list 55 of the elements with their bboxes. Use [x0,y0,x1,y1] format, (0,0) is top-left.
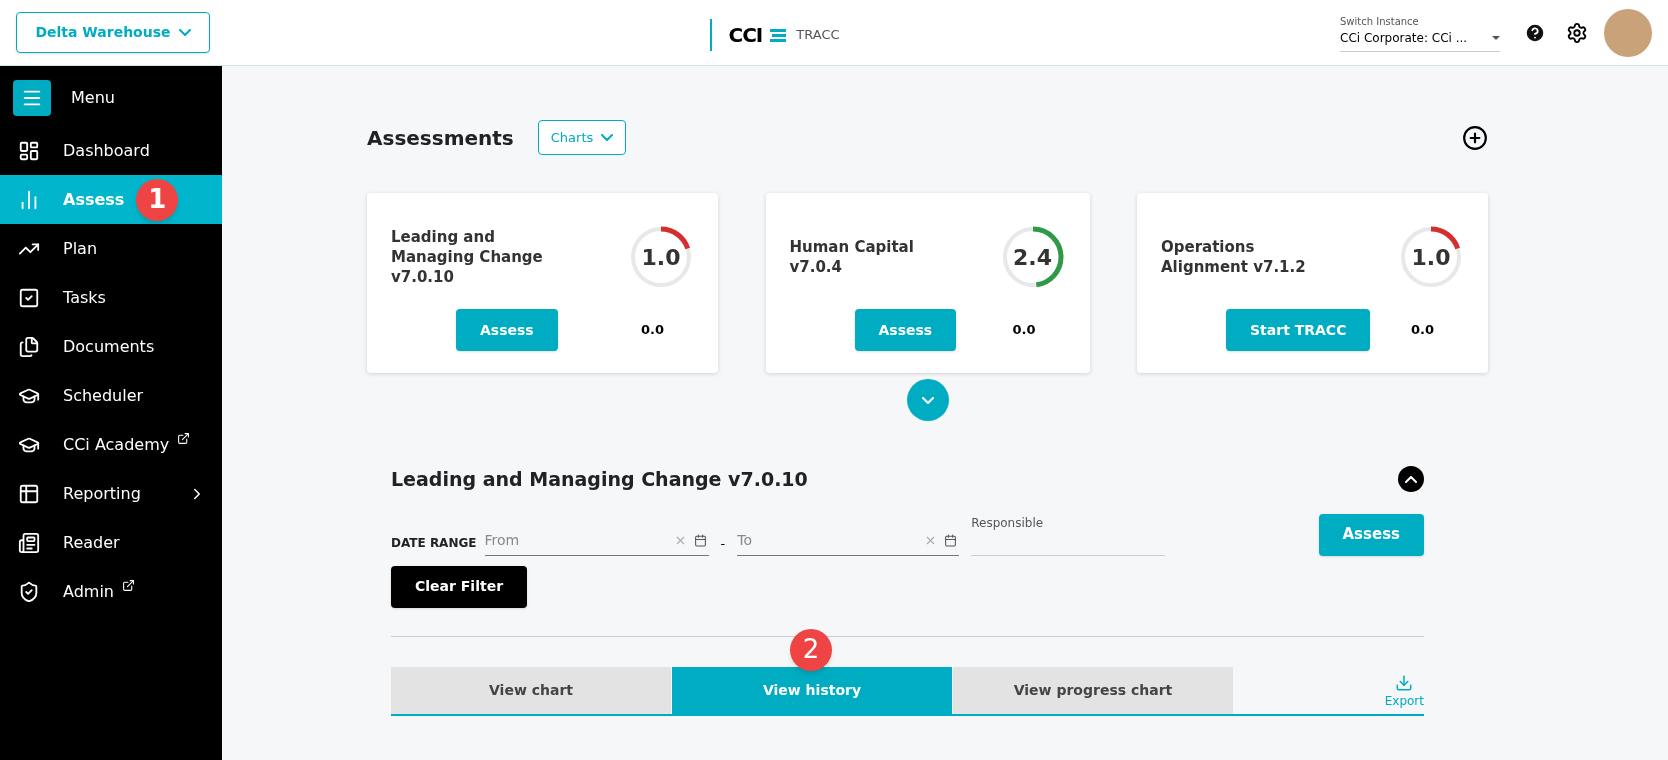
dashboard-icon [18,139,40,162]
card-value: 0.0 [1410,321,1434,340]
sidebar-item[interactable]: Plan [0,224,222,273]
to-date-field[interactable]: To [737,529,960,556]
score-value: 2.4 [1012,243,1053,272]
sidebar-item[interactable]: Documents [0,322,222,371]
help-icon[interactable] [1524,21,1546,44]
chevron-down-icon [178,29,191,36]
calendar-icon[interactable] [693,533,707,547]
external-link-icon [177,432,191,445]
download-icon [1395,673,1414,692]
sidebar-item[interactable]: Admin [0,567,222,616]
card-title: Operations Alignment v7.1.2 [1161,237,1307,277]
sidebar-item[interactable]: Dashboard [0,126,222,175]
calendar-icon[interactable] [944,533,958,547]
expand-button[interactable] [906,379,949,421]
checkbox-icon [18,286,40,309]
card-value: 0.0 [1012,321,1036,340]
card-title: Human Capital v7.0.4 [789,237,915,277]
callout-badge: 1 [136,178,179,221]
menu-icon[interactable] [13,80,51,116]
newspaper-icon [18,531,40,554]
external-link-icon [122,579,135,592]
add-icon[interactable] [1462,124,1488,151]
sidebar-item[interactable]: Reader [0,518,222,567]
menu-label: Menu [71,87,115,109]
sidebar-item[interactable]: CCi Academy [0,420,222,469]
score-value: 1.0 [1410,243,1452,272]
chevron-up-icon [1405,475,1417,483]
date-range-label: DATE RANGE [391,534,477,552]
clear-filter-button[interactable]: Clear Filter [391,565,528,608]
responsible-field[interactable]: Responsible [971,513,1166,556]
chevron-down-icon [921,396,934,404]
settings-icon[interactable] [1566,21,1588,44]
chevron-down-icon [601,134,614,141]
shield-icon [18,580,40,603]
sidebar-item[interactable]: Reporting [0,469,222,518]
sidebar-item[interactable]: Assess 1 [0,175,222,224]
callout-badge: 2 [790,628,832,671]
range-separator: - [720,535,726,553]
tab[interactable]: View chart [391,666,671,714]
documents-icon [18,335,40,358]
tab[interactable]: View progress chart [953,666,1233,714]
sidebar-item[interactable]: Scheduler [0,371,222,420]
section-title: Leading and Managing Change v7.0.10 [391,467,808,492]
card-value: 0.0 [640,321,664,340]
sidebar-item[interactable]: Tasks [0,273,222,322]
card-title: Leading and Managing Change v7.0.10 [391,227,544,287]
score-value: 1.0 [640,243,682,272]
instance-select[interactable]: Switch Instance CCi Corporate: CCi ... [1340,13,1500,52]
collapse-button[interactable] [1398,466,1424,493]
page-title: Assessments [367,124,514,152]
table-icon [18,482,40,505]
logo: CCI TRACC [710,18,840,51]
from-date-field[interactable]: From [484,529,709,556]
